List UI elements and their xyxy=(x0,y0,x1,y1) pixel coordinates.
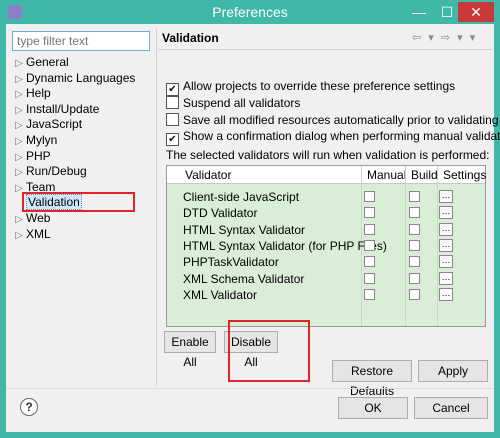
table-row[interactable]: DTD Validator … xyxy=(167,205,485,221)
option-label: Suspend all validators xyxy=(183,96,301,110)
option-checkbox-row[interactable]: Allow projects to override these prefere… xyxy=(166,78,456,96)
tree-item-web[interactable]: ▷ Web xyxy=(12,210,50,226)
tree-item-dynamic-languages[interactable]: ▷ Dynamic Languages xyxy=(12,70,135,86)
table-row[interactable]: XML Schema Validator … xyxy=(167,271,485,287)
option-checkbox-row[interactable]: Save all modified resources automaticall… xyxy=(166,112,499,128)
tree-item-label: JavaScript xyxy=(26,117,83,132)
table-row[interactable]: Client-side JavaScript … xyxy=(167,189,485,205)
validator-name: Client-side JavaScript xyxy=(183,190,300,204)
manual-checkbox[interactable] xyxy=(364,256,375,268)
validators-info: The selected validators will run when va… xyxy=(166,148,490,162)
tree-item-php[interactable]: ▷ PHP xyxy=(12,148,51,164)
settings-button[interactable]: … xyxy=(439,206,453,220)
expand-arrow-icon[interactable]: ▷ xyxy=(12,228,26,244)
header-settings[interactable]: Settings xyxy=(443,168,486,182)
tree-item-label: XML xyxy=(26,226,51,241)
validator-name: XML Schema Validator xyxy=(183,271,305,286)
manual-checkbox[interactable] xyxy=(364,223,375,235)
table-row[interactable]: XML Validator … xyxy=(167,287,485,303)
option-checkbox-row[interactable]: Suspend all validators xyxy=(166,95,300,111)
apply-button[interactable]: Apply xyxy=(418,360,488,382)
tree-item-javascript[interactable]: ▷ JavaScript xyxy=(12,116,82,132)
build-checkbox[interactable] xyxy=(409,191,420,202)
validator-name: HTML Syntax Validator xyxy=(183,222,306,237)
validator-name: XML Validator xyxy=(183,287,258,302)
settings-button[interactable]: … xyxy=(439,238,453,252)
tree-item-label: Mylyn xyxy=(26,133,58,147)
manual-checkbox[interactable] xyxy=(364,191,375,202)
option-checkbox-row[interactable]: Show a confirmation dialog when performi… xyxy=(166,128,500,146)
settings-button[interactable]: … xyxy=(439,190,453,203)
tree-item-label: Dynamic Languages xyxy=(26,70,136,85)
validators-table: Validator Manual Build Settings Client-s… xyxy=(166,165,486,327)
page-title: Validation xyxy=(162,31,219,45)
header-validator[interactable]: Validator xyxy=(185,168,231,182)
build-checkbox[interactable] xyxy=(409,256,420,268)
tree-item-label: Web xyxy=(26,211,51,225)
manual-checkbox[interactable] xyxy=(364,239,375,251)
table-row[interactable]: PHPTaskValidator … xyxy=(167,254,485,270)
restore-defaults-button[interactable]: Restore Defaults xyxy=(332,360,412,398)
validator-name: PHPTaskValidator xyxy=(183,255,279,270)
history-nav-icons[interactable]: ⇦ ▾ ⇨ ▾ ▾ xyxy=(412,31,477,44)
checkbox[interactable] xyxy=(166,113,179,126)
annotation-highlight-validation xyxy=(22,192,135,212)
build-checkbox[interactable] xyxy=(409,207,420,219)
tree-item-help[interactable]: ▷ Help xyxy=(12,85,51,101)
settings-button[interactable]: … xyxy=(439,255,453,269)
close-button[interactable]: ✕ xyxy=(458,2,494,22)
table-row[interactable]: HTML Syntax Validator (for PHP Files) … xyxy=(167,238,485,254)
tree-item-label: General xyxy=(26,55,69,69)
build-checkbox[interactable] xyxy=(409,223,420,235)
checkbox[interactable] xyxy=(166,133,179,146)
minimize-button[interactable]: — xyxy=(408,2,430,22)
tree-item-mylyn[interactable]: ▷ Mylyn xyxy=(12,132,57,148)
tree-item-label: Install/Update xyxy=(26,101,100,116)
tree-item-xml[interactable]: ▷ XML xyxy=(12,226,51,242)
header-separator xyxy=(158,49,492,50)
option-label: Allow projects to override these prefere… xyxy=(183,79,456,93)
preferences-window: Preferences — ☐ ✕ ▷General▷Dynamic Langu… xyxy=(0,0,500,438)
tree-item-label: PHP xyxy=(26,148,51,163)
help-icon[interactable]: ? xyxy=(20,398,38,416)
manual-checkbox[interactable] xyxy=(364,288,375,300)
table-row[interactable]: HTML Syntax Validator … xyxy=(167,222,485,238)
build-checkbox[interactable] xyxy=(409,288,420,300)
checkbox[interactable] xyxy=(166,96,179,109)
settings-button[interactable]: … xyxy=(439,222,453,236)
preference-tree: ▷ General ▷ Dynamic Languages ▷ Help ▷ Install/… xyxy=(12,54,152,379)
footer-separator xyxy=(6,388,494,389)
enable-all-button[interactable]: Enable All xyxy=(164,331,216,369)
header-build[interactable]: Build xyxy=(411,168,438,182)
settings-button[interactable]: … xyxy=(439,271,453,285)
option-label: Show a confirmation dialog when performi… xyxy=(183,129,500,143)
pane-divider[interactable] xyxy=(156,28,157,385)
filter-input[interactable] xyxy=(12,31,150,51)
header-manual[interactable]: Manual xyxy=(367,168,406,182)
manual-checkbox[interactable] xyxy=(364,272,375,284)
tree-item-label: Run/Debug xyxy=(26,164,87,179)
tree-item-install-update[interactable]: ▷ Install/Update xyxy=(12,101,99,117)
validator-name: HTML Syntax Validator (for PHP Files) xyxy=(183,238,387,253)
manual-checkbox[interactable] xyxy=(364,207,375,219)
settings-button[interactable]: … xyxy=(439,287,453,301)
maximize-button[interactable]: ☐ xyxy=(436,2,458,22)
ok-button[interactable]: OK xyxy=(338,397,408,419)
build-checkbox[interactable] xyxy=(409,272,420,284)
tree-item-general[interactable]: ▷ General xyxy=(12,54,69,70)
option-label: Save all modified resources automaticall… xyxy=(183,113,499,127)
tree-item-label: Help xyxy=(26,86,51,101)
annotation-highlight-disable-all xyxy=(228,320,310,382)
build-checkbox[interactable] xyxy=(409,239,420,251)
cancel-button[interactable]: Cancel xyxy=(414,397,488,419)
title-bar[interactable]: Preferences — ☐ ✕ xyxy=(0,0,500,24)
validator-name: DTD Validator xyxy=(183,206,258,221)
tree-item-run-debug[interactable]: ▷ Run/Debug xyxy=(12,163,87,179)
